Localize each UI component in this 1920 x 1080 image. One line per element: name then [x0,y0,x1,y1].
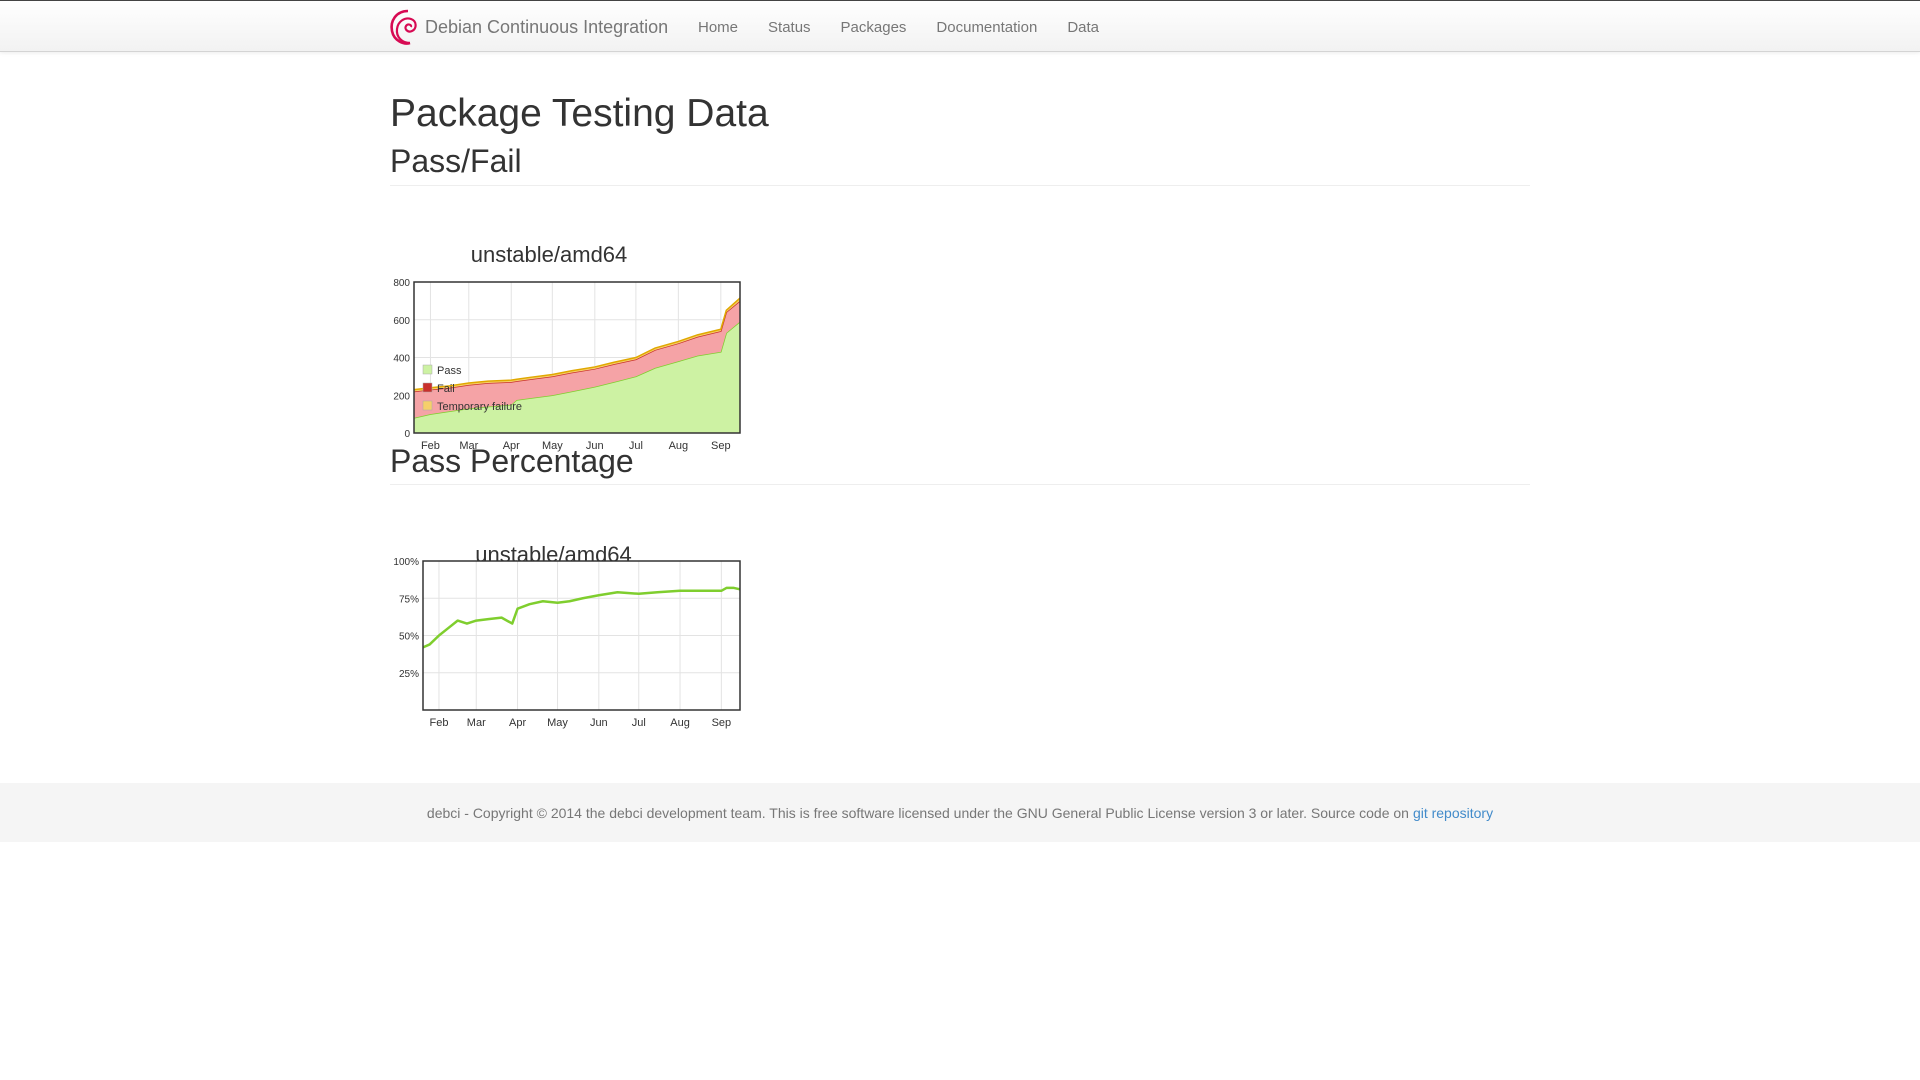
x-tick-label: May [547,717,568,729]
x-tick-label: Mar [467,717,486,729]
y-tick-label: 25% [399,669,419,680]
pass-percentage-chart: unstable/amd64Feb Mar Apr May Jun Jul Aug Sep25… [393,542,741,729]
brand-title: Debian Continuous Integration [425,16,669,37]
nav-home[interactable]: Home [683,19,753,36]
x-tick-label: Jul [632,717,646,729]
debian-swirl-icon [390,9,417,45]
x-tick-label: Sep [712,717,732,729]
page-title: Package Testing Data [390,92,769,135]
section-heading-pass-percentage: Pass Percentage [390,443,634,479]
y-tick-label: 50% [399,632,419,643]
footer: debci - Copyright © 2014 the debci devel… [0,783,1920,842]
y-tick-label: 800 [393,278,410,289]
divider [390,185,1530,186]
y-tick-label: 0 [404,429,410,440]
x-tick-label: Feb [429,717,448,729]
legend-swatch [422,382,433,393]
x-tick-label: Aug [670,717,690,729]
x-tick-label: Apr [509,717,526,729]
y-tick-label: 75% [399,594,419,605]
nav-menu: Home Status Packages Documentation Data [683,1,1114,53]
y-tick-label: 400 [393,354,410,365]
legend-swatch [422,400,433,411]
chart-title: unstable/amd64 [471,242,628,267]
legend-label: Pass [437,365,462,377]
nav-documentation[interactable]: Documentation [921,19,1052,36]
y-tick-label: 200 [393,391,410,402]
brand-link[interactable]: Debian Continuous Integration [388,7,668,47]
section-heading-pass-fail: Pass/Fail [390,143,522,179]
divider [390,484,1530,485]
legend-label: Fail [437,383,455,395]
y-tick-label: 600 [393,316,410,327]
git-repository-link[interactable]: git repository [1413,805,1493,821]
x-tick-label: Aug [669,440,689,452]
y-tick-label: 100% [393,557,419,568]
nav-status[interactable]: Status [753,19,826,36]
legend-swatch [422,364,433,375]
nav-data[interactable]: Data [1052,19,1114,36]
x-tick-label: Jun [590,717,608,729]
legend-label: Temporary failure [437,401,522,413]
nav-packages[interactable]: Packages [826,19,922,36]
x-tick-label: Sep [711,440,731,452]
footer-copyright: debci - Copyright © 2014 the debci devel… [426,804,1409,821]
navbar: Debian Continuous Integration Home Statu… [0,0,1920,52]
